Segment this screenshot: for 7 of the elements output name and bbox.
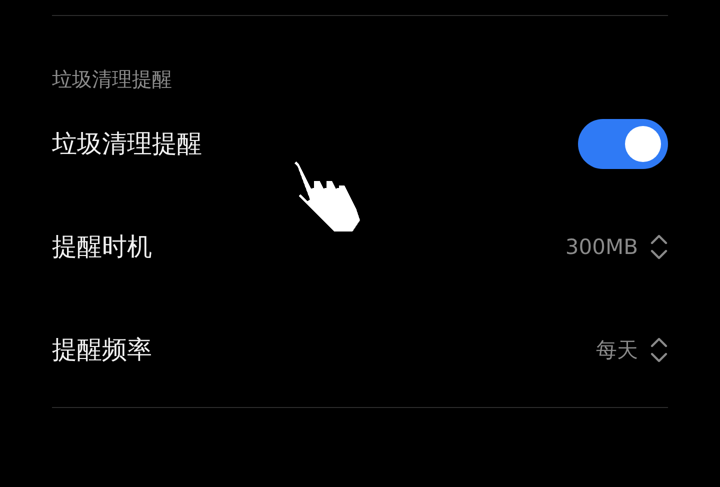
setting-label: 提醒时机 (52, 231, 152, 263)
setting-label: 提醒频率 (52, 334, 152, 366)
toggle-switch[interactable] (578, 118, 668, 168)
value-picker[interactable]: 300MB (565, 232, 668, 262)
section-header: 垃圾清理提醒 (52, 66, 173, 92)
setting-label: 垃圾清理提醒 (52, 128, 202, 160)
value-picker[interactable]: 每天 (596, 334, 668, 364)
